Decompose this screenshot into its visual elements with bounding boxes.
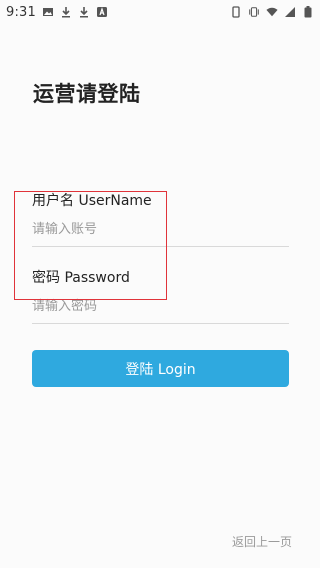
- image-icon: [42, 6, 54, 18]
- password-field-group: 密码 Password: [32, 267, 289, 324]
- page-title: 运营请登陆: [33, 82, 141, 106]
- password-divider: [32, 323, 289, 324]
- status-bar-left: 9:31: [6, 5, 108, 20]
- status-bar-right: [230, 6, 314, 18]
- vibrate-icon: [248, 6, 260, 18]
- download-icon: [78, 6, 90, 18]
- username-input[interactable]: [32, 220, 289, 240]
- login-screen: 9:31 运营请登陆 用户名 UserName 请输入账号 密码 Passwor…: [0, 0, 320, 568]
- login-button[interactable]: 登陆 Login: [32, 350, 289, 387]
- password-input[interactable]: [32, 297, 289, 317]
- download-icon: [60, 6, 72, 18]
- password-label: 密码 Password: [32, 270, 130, 286]
- login-form: 用户名 UserName 密码 Password: [32, 190, 289, 324]
- username-label: 用户名 UserName: [32, 193, 152, 209]
- back-link[interactable]: 返回上一页: [232, 533, 292, 550]
- status-time: 9:31: [6, 4, 36, 20]
- wifi-icon: [266, 6, 278, 18]
- status-bar: 9:31: [0, 0, 320, 24]
- battery-icon: [302, 6, 314, 18]
- portrait-lock-icon: [230, 6, 242, 18]
- username-divider: [32, 246, 289, 247]
- signal-icon: [284, 6, 296, 18]
- username-field-group: 用户名 UserName: [32, 190, 289, 247]
- app-a-icon: [96, 6, 108, 18]
